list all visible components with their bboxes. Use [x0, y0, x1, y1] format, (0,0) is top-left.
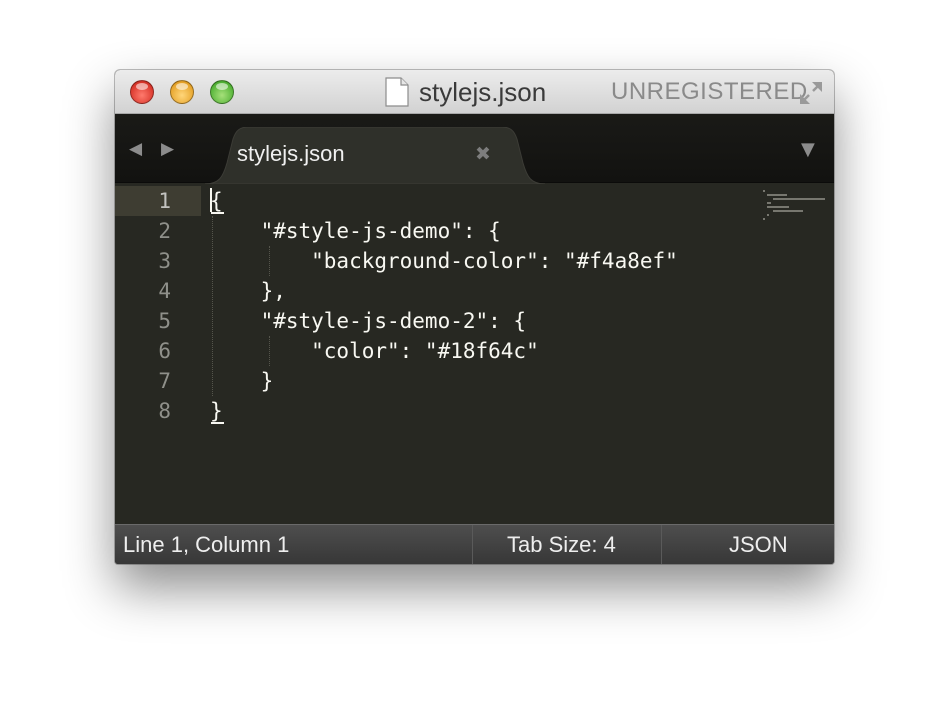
code-editor[interactable]: 1 2 3 4 5 6 7 8 { "#style-js-demo": { "b… — [115, 184, 834, 524]
tab-dropdown-icon[interactable]: ▼ — [801, 141, 815, 159]
line-number: 7 — [158, 369, 171, 393]
title-bar: stylejs.json UNREGISTERED — [115, 70, 834, 114]
minimap[interactable] — [761, 188, 833, 228]
unregistered-label: UNREGISTERED — [611, 78, 808, 105]
line-number-gutter: 1 2 3 4 5 6 7 8 — [115, 184, 201, 524]
close-window-button[interactable] — [130, 80, 154, 104]
code-line: "#style-js-demo-2": { — [210, 309, 527, 333]
line-number: 3 — [158, 249, 171, 273]
minimap-line — [763, 218, 765, 220]
line-number: 4 — [158, 279, 171, 303]
status-divider — [472, 525, 473, 564]
document-icon — [385, 77, 409, 107]
minimap-line — [763, 190, 765, 192]
fullscreen-icon[interactable] — [797, 79, 825, 107]
code-line: "#style-js-demo": { — [210, 219, 501, 243]
line-number: 6 — [158, 339, 171, 363]
tab-size-selector[interactable]: Tab Size: 4 — [507, 532, 616, 558]
tab-label: stylejs.json — [237, 141, 345, 166]
minimap-line — [773, 210, 803, 212]
back-arrow-icon[interactable]: ◀ — [129, 140, 142, 158]
tab-stylejs-json[interactable]: stylejs.json ✖ — [205, 127, 545, 184]
bracket-match-underline — [211, 422, 224, 424]
forward-arrow-icon[interactable]: ▶ — [161, 140, 174, 158]
cursor-position-label: Line 1, Column 1 — [123, 532, 290, 557]
minimize-window-button[interactable] — [170, 80, 194, 104]
status-bar: Line 1, Column 1 Tab Size: 4 JSON — [115, 524, 834, 564]
window-title: stylejs.json — [419, 77, 547, 107]
line-number: 1 — [115, 186, 201, 216]
tab-close-icon[interactable]: ✖ — [475, 141, 491, 167]
line-number: 8 — [158, 399, 171, 423]
zoom-window-button[interactable] — [210, 80, 234, 104]
code-line: "color": "#18f64c" — [210, 339, 539, 363]
minimap-line — [767, 202, 771, 204]
code-line: } — [210, 369, 274, 393]
code-line: }, — [210, 279, 286, 303]
minimap-line — [767, 214, 769, 216]
minimap-line — [773, 198, 825, 200]
code-line: "background-color": "#f4a8ef" — [210, 249, 678, 273]
text-cursor — [210, 188, 212, 212]
minimap-line — [767, 194, 787, 196]
minimap-line — [767, 206, 789, 208]
bracket-match-underline — [211, 212, 224, 214]
line-number: 2 — [158, 219, 171, 243]
line-number: 5 — [158, 309, 171, 333]
editor-window: stylejs.json UNREGISTERED ◀ ▶ ▼ stylejs.… — [115, 70, 834, 564]
syntax-selector[interactable]: JSON — [729, 532, 788, 558]
status-divider — [661, 525, 662, 564]
